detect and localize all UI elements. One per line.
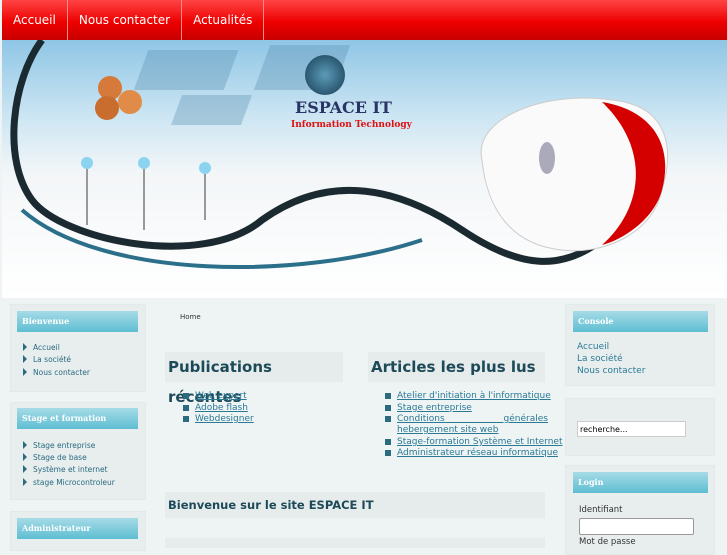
- console-contact[interactable]: Nous contacter: [577, 366, 645, 376]
- menu-item-accueil[interactable]: Accueil: [23, 343, 60, 352]
- site-subtitle: Information Technology: [291, 120, 412, 130]
- publications-title: Publications récentes: [165, 352, 343, 406]
- menu-administrateur: Administrateur: [10, 511, 146, 551]
- menu-stage-formation: Stage et formation Stage entreprise Stag…: [10, 402, 146, 500]
- breadcrumb[interactable]: Home: [180, 313, 201, 321]
- cable-icon: [95, 76, 142, 120]
- box-title: Console: [573, 311, 708, 332]
- logo-icon: [305, 55, 345, 95]
- menu-item-microcontroleur[interactable]: stage Microcontroleur: [23, 478, 115, 487]
- menu-item-contact[interactable]: Nous contacter: [23, 368, 90, 377]
- menu-item-societe[interactable]: La société: [23, 355, 71, 364]
- menu-item-systeme-internet[interactable]: Système et internet: [23, 465, 108, 474]
- search-input[interactable]: [577, 421, 686, 437]
- nav-actualites[interactable]: Actualités: [182, 0, 265, 40]
- box-title: Bienvenue: [17, 311, 138, 332]
- box-title: Login: [573, 472, 708, 493]
- menu-bienvenue: Bienvenue Accueil La société Nous contac…: [10, 304, 146, 392]
- username-label: Identifiant: [579, 505, 623, 515]
- console-accueil[interactable]: Accueil: [577, 342, 609, 352]
- article-link[interactable]: Conditions générales hebergement site we…: [385, 414, 548, 436]
- mouse-icon: [480, 97, 669, 252]
- banner-illustration: [10, 40, 669, 270]
- publication-link[interactable]: Webdesigner: [183, 414, 254, 425]
- password-label: Mot de passe: [579, 537, 636, 547]
- username-input[interactable]: [579, 518, 694, 535]
- publication-link[interactable]: Web expert: [183, 391, 247, 402]
- publication-link[interactable]: Adobe flash: [183, 403, 248, 414]
- article-link[interactable]: Stage-formation Système et Internet: [385, 437, 562, 448]
- menu-item-stage-entreprise[interactable]: Stage entreprise: [23, 441, 95, 450]
- box-title: Administrateur: [17, 518, 138, 539]
- content-box: [165, 538, 545, 548]
- article-link[interactable]: Atelier d'initiation à l'informatique: [385, 391, 551, 402]
- nav-nous-contacter[interactable]: Nous contacter: [68, 0, 183, 40]
- menu-item-stage-base[interactable]: Stage de base: [23, 453, 87, 462]
- site-title: ESPACE IT: [295, 98, 392, 117]
- console-societe[interactable]: La société: [577, 354, 623, 364]
- welcome-title: Bienvenue sur le site ESPACE IT: [165, 492, 545, 518]
- nav-accueil[interactable]: Accueil: [2, 0, 68, 40]
- box-title: Stage et formation: [17, 408, 138, 429]
- top-nav: Accueil Nous contacter Actualités: [2, 0, 727, 40]
- article-link[interactable]: Administrateur réseau informatique: [385, 448, 558, 459]
- articles-title: Articles les plus lus: [368, 352, 545, 382]
- article-link[interactable]: Stage entreprise: [385, 403, 472, 414]
- header-banner: ESPACE IT Information Technology: [2, 40, 727, 298]
